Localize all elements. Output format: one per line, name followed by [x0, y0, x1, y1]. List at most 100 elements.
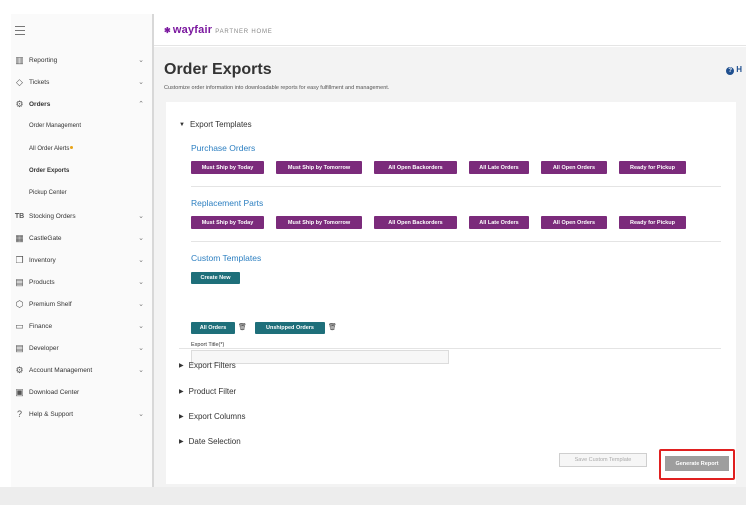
help-link[interactable]: ? H — [726, 65, 742, 75]
create-new-button[interactable]: Create New — [191, 272, 240, 284]
help-icon: ? — [726, 67, 735, 75]
sidebar-item-help-support[interactable]: ? Help & Support ⌄ — [11, 405, 154, 423]
template-button[interactable]: All Open Orders — [541, 216, 607, 229]
sidebar-item-inventory[interactable]: ❒ Inventory ⌄ — [11, 251, 154, 269]
sidebar-item-label: Account Management — [29, 366, 93, 374]
product-filter-toggle[interactable]: ▶ Product Filter — [179, 387, 236, 396]
chevron-down-icon[interactable]: ⌄ — [136, 300, 146, 308]
top-header: ✱ wayfair PARTNER HOME — [154, 14, 746, 46]
template-button[interactable]: All Open Orders — [541, 161, 607, 174]
template-button[interactable]: Must Ship by Tomorrow — [276, 161, 362, 174]
sidebar-item-label: Order Exports — [29, 168, 70, 174]
trash-icon[interactable]: 🗑 — [238, 323, 247, 331]
template-button[interactable]: Must Ship by Today — [191, 161, 264, 174]
sidebar-item-developer[interactable]: ▤ Developer ⌄ — [11, 339, 154, 357]
purchase-orders-title: Purchase Orders — [191, 143, 256, 153]
hamburger-menu-icon[interactable] — [15, 26, 25, 35]
saved-template-unshipped-orders[interactable]: Unshipped Orders — [255, 322, 325, 334]
section-heading: Product Filter — [188, 387, 237, 396]
question-icon: ? — [16, 408, 22, 419]
chevron-up-icon[interactable]: ⌃ — [136, 100, 146, 108]
page-description: Customize order information into downloa… — [164, 85, 390, 91]
alert-dot-icon — [70, 146, 74, 149]
caret-right-icon: ▶ — [179, 363, 184, 369]
export-columns-toggle[interactable]: ▶ Export Columns — [179, 412, 246, 421]
top-strip — [0, 0, 746, 10]
template-button[interactable]: Must Ship by Tomorrow — [276, 216, 362, 229]
sidebar-item-label: Order Management — [29, 123, 82, 129]
chevron-down-icon[interactable]: ⌄ — [136, 212, 146, 220]
sidebar-item-label: Premium Shelf — [29, 300, 72, 308]
template-button[interactable]: All Late Orders — [469, 161, 529, 174]
purchase-orders-buttons: Must Ship by Today Must Ship by Tomorrow… — [191, 161, 698, 174]
sidebar-item-label: Finance — [29, 322, 53, 330]
section-heading: Date Selection — [188, 437, 241, 446]
sidebar-item-premium-shelf[interactable]: ⬡ Premium Shelf ⌄ — [11, 295, 154, 313]
sidebar-item-label: Products — [29, 278, 55, 286]
download-icon: ▣ — [15, 386, 24, 397]
help-link-text: H — [736, 65, 742, 74]
sidebar-item-label: Pickup Center — [29, 190, 67, 196]
chevron-down-icon[interactable]: ⌄ — [136, 344, 146, 352]
box-icon: ⚙ — [15, 98, 24, 109]
divider — [179, 348, 721, 349]
chevron-down-icon[interactable]: ⌄ — [136, 278, 146, 286]
sidebar-item-finance[interactable]: ▭ Finance ⌄ — [11, 317, 154, 335]
gear-icon: ⚙ — [15, 364, 24, 375]
caret-right-icon: ▶ — [179, 414, 184, 420]
products-icon: ▤ — [15, 276, 24, 287]
sidebar-item-label: Inventory — [29, 256, 56, 264]
trash-icon[interactable]: 🗑 — [328, 323, 337, 331]
sidebar-item-label: Tickets — [29, 78, 50, 86]
sidebar-item-products[interactable]: ▤ Products ⌄ — [11, 273, 154, 291]
section-heading: Export Columns — [188, 412, 246, 421]
caret-down-icon: ▼ — [179, 121, 185, 128]
sidebar-item-download-center[interactable]: ▣ Download Center — [11, 383, 154, 401]
chevron-down-icon[interactable]: ⌄ — [136, 256, 146, 264]
sidebar-item-tickets[interactable]: ◇ Tickets ⌄ — [11, 73, 154, 91]
sidebar-item-stocking-orders[interactable]: TB Stocking Orders ⌄ — [11, 207, 154, 225]
chevron-down-icon[interactable]: ⌄ — [136, 410, 146, 418]
export-panel: ▼ Export Templates Purchase Orders Must … — [166, 102, 736, 484]
export-filters-toggle[interactable]: ▶ Export Filters — [179, 361, 236, 370]
wayfair-logo[interactable]: ✱ wayfair PARTNER HOME — [164, 24, 273, 36]
chevron-down-icon[interactable]: ⌄ — [136, 322, 146, 330]
tb-icon: TB — [14, 212, 25, 220]
logo-subtitle: PARTNER HOME — [215, 29, 273, 35]
template-button[interactable]: All Open Backorders — [374, 161, 457, 174]
sidebar-item-all-order-alerts[interactable]: All Order Alerts — [11, 140, 154, 158]
chevron-down-icon[interactable]: ⌄ — [136, 234, 146, 242]
date-selection-toggle[interactable]: ▶ Date Selection — [179, 437, 241, 446]
save-custom-template-button[interactable]: Save Custom Template — [559, 453, 647, 467]
sidebar-item-label: Help & Support — [29, 410, 74, 418]
sidebar: ▥ Reporting ⌄ ◇ Tickets ⌄ ⚙ Orders ⌃ Ord… — [11, 14, 154, 487]
logo-text: wayfair — [172, 24, 213, 36]
sidebar-item-label: Stocking Orders — [29, 212, 76, 220]
sidebar-item-account-management[interactable]: ⚙ Account Management ⌄ — [11, 361, 154, 379]
export-templates-toggle[interactable]: ▼ Export Templates — [179, 120, 252, 129]
sidebar-item-castlegate[interactable]: ▦ CastleGate ⌄ — [11, 229, 154, 247]
template-button[interactable]: All Late Orders — [469, 216, 529, 229]
chevron-down-icon[interactable]: ⌄ — [136, 56, 146, 64]
sidebar-item-order-exports[interactable]: Order Exports — [11, 162, 154, 180]
sidebar-item-reporting[interactable]: ▥ Reporting ⌄ — [11, 51, 154, 69]
template-button[interactable]: All Open Backorders — [374, 216, 457, 229]
developer-icon: ▤ — [15, 342, 24, 353]
generate-report-button[interactable]: Generate Report — [665, 456, 729, 471]
divider — [191, 186, 721, 187]
replacement-parts-title: Replacement Parts — [191, 198, 264, 208]
sidebar-item-orders[interactable]: ⚙ Orders ⌃ — [11, 95, 154, 113]
diamond-icon: ◇ — [16, 76, 23, 87]
sidebar-item-pickup-center[interactable]: Pickup Center — [11, 184, 154, 202]
chevron-down-icon[interactable]: ⌄ — [136, 366, 146, 374]
sidebar-item-label: Reporting — [29, 56, 58, 64]
boxes-icon: ❒ — [15, 254, 24, 265]
template-button[interactable]: Ready for Pickup — [619, 161, 686, 174]
tag-icon: ⬡ — [15, 298, 24, 309]
section-heading: Export Templates — [189, 120, 252, 129]
template-button[interactable]: Must Ship by Today — [191, 216, 264, 229]
chevron-down-icon[interactable]: ⌄ — [136, 78, 146, 86]
sidebar-item-order-management[interactable]: Order Management — [11, 117, 154, 135]
saved-template-all-orders[interactable]: All Orders — [191, 322, 235, 334]
template-button[interactable]: Ready for Pickup — [619, 216, 686, 229]
